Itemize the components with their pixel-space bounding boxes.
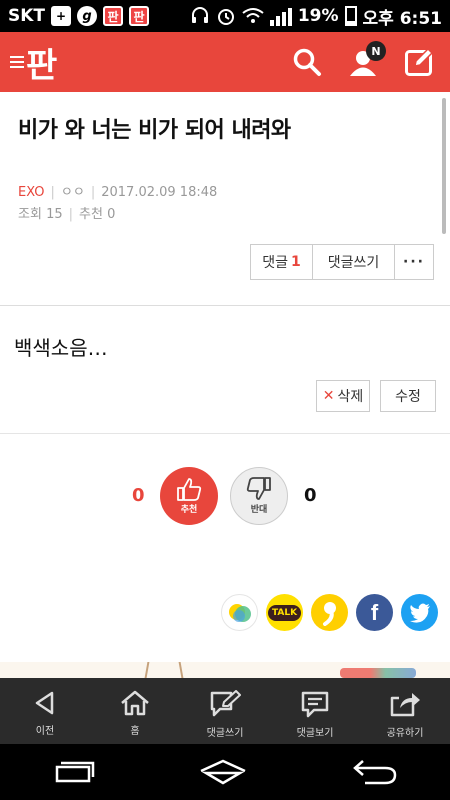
kakaotalk-icon: TALK — [267, 604, 302, 621]
view-comments-icon — [301, 691, 329, 718]
toolbar-share-label: 공유하기 — [386, 728, 424, 739]
toolbar-write-comment-button[interactable]: 댓글쓰기 — [180, 678, 270, 744]
battery-percent: 19% — [297, 6, 339, 26]
share-kakaostory-button[interactable] — [311, 594, 348, 631]
write-comment-button[interactable]: 댓글쓰기 — [313, 245, 395, 279]
more-button[interactable]: ··· — [395, 245, 433, 279]
share-twitter-button[interactable] — [401, 594, 438, 631]
home-icon — [121, 690, 149, 716]
post-title: 비가 와 너는 비가 되어 내려와 — [18, 118, 291, 143]
toolbar-view-comments-label: 댓글보기 — [296, 728, 334, 739]
edit-button[interactable]: 수정 — [380, 380, 436, 412]
band-icon — [228, 603, 251, 622]
battery-icon — [344, 6, 357, 26]
share-band-button[interactable] — [221, 594, 258, 631]
post-content: 백색소음… — [14, 336, 108, 360]
menu-logo-button[interactable]: 판 — [10, 38, 57, 87]
post-datetime: 2017.02.09 18:48 — [101, 185, 218, 200]
recommend-count: 0 — [107, 207, 116, 222]
signal-icon — [269, 6, 292, 26]
carrier-label: SKT — [8, 6, 46, 26]
toolbar-view-comments-button[interactable]: 댓글보기 — [270, 678, 360, 744]
home-nav-icon[interactable] — [198, 759, 248, 785]
post-meta: EXO | ㅇㅇ | 2017.02.09 18:48 조회 15 | 추천 0 — [18, 185, 218, 222]
toolbar-write-comment-label: 댓글쓰기 — [206, 728, 244, 739]
views-count: 15 — [46, 207, 63, 222]
pann-app-icon-2: 판 — [129, 6, 150, 26]
kakaostory-icon — [322, 601, 336, 626]
back-nav-icon[interactable] — [351, 758, 399, 786]
post-category[interactable]: EXO — [18, 185, 45, 200]
status-bar: SKT + g 판 판 19% 오후 6:51 — [0, 0, 450, 32]
delete-label: 삭제 — [337, 389, 364, 405]
toolbar-home-button[interactable]: 홈 — [90, 678, 180, 744]
comment-button[interactable]: 댓글 1 — [251, 245, 313, 279]
app-header: 판 N — [0, 32, 450, 92]
share-facebook-button[interactable]: f — [356, 594, 393, 631]
toolbar-home-label: 홈 — [130, 726, 140, 737]
post-header: 비가 와 너는 비가 되어 내려와 EXO | ㅇㅇ | 2017.02.09 18:4… — [0, 92, 450, 306]
pann-logo: 판 — [26, 45, 57, 86]
write-post-icon[interactable] — [404, 47, 434, 77]
add-icon: + — [51, 6, 72, 26]
upvote-button[interactable]: 추천 — [160, 467, 218, 525]
comment-label: 댓글 — [262, 255, 288, 271]
post-actions: 댓글 1 댓글쓰기 ··· — [250, 244, 434, 280]
alarm-icon — [217, 9, 234, 25]
menu-icon — [10, 56, 24, 68]
headset-icon — [191, 7, 208, 23]
scrollbar[interactable] — [442, 98, 446, 234]
bottom-toolbar: 이전 홈 댓글쓰기 댓글보기 공유하기 — [0, 678, 450, 744]
post-author: ㅇㅇ — [60, 185, 85, 200]
thumbs-down-icon — [246, 477, 271, 500]
downvote-button[interactable]: 반대 — [230, 467, 288, 525]
downvote-count: 0 — [304, 485, 317, 506]
user-button[interactable]: N — [348, 41, 386, 77]
notification-badge: N — [366, 41, 386, 61]
upvote-label: 추천 — [180, 505, 198, 515]
search-icon[interactable] — [292, 47, 322, 77]
back-arrow-icon — [35, 691, 54, 715]
twitter-icon — [409, 603, 430, 623]
comment-count: 1 — [291, 254, 301, 270]
close-icon: ✕ — [322, 388, 335, 404]
clock: 오후 6:51 — [362, 8, 442, 29]
delete-button[interactable]: ✕ 삭제 — [316, 380, 370, 412]
ad-banner[interactable] — [0, 662, 450, 678]
share-row: TALK f — [221, 594, 438, 631]
toolbar-share-button[interactable]: 공유하기 — [360, 678, 450, 744]
pann-app-icon: 판 — [103, 6, 124, 26]
share-kakaotalk-button[interactable]: TALK — [266, 594, 303, 631]
toolbar-back-button[interactable]: 이전 — [0, 678, 90, 744]
share-icon — [390, 693, 420, 717]
vote-section: 0 추천 반대 0 — [0, 465, 450, 527]
downvote-label: 반대 — [250, 505, 268, 515]
recent-apps-icon[interactable] — [51, 760, 95, 784]
post-body: 백색소음… ✕ 삭제 수정 — [0, 306, 450, 434]
recommend-label: 추천 — [79, 207, 103, 222]
views-label: 조회 — [18, 207, 42, 222]
write-comment-icon — [210, 690, 241, 717]
system-nav-bar — [0, 744, 450, 800]
toolbar-back-label: 이전 — [35, 726, 55, 737]
wifi-icon — [242, 8, 264, 23]
facebook-icon: f — [370, 599, 379, 625]
thumbs-up-icon — [177, 478, 202, 501]
upvote-count: 0 — [132, 485, 145, 506]
g-app-icon: g — [77, 6, 98, 26]
